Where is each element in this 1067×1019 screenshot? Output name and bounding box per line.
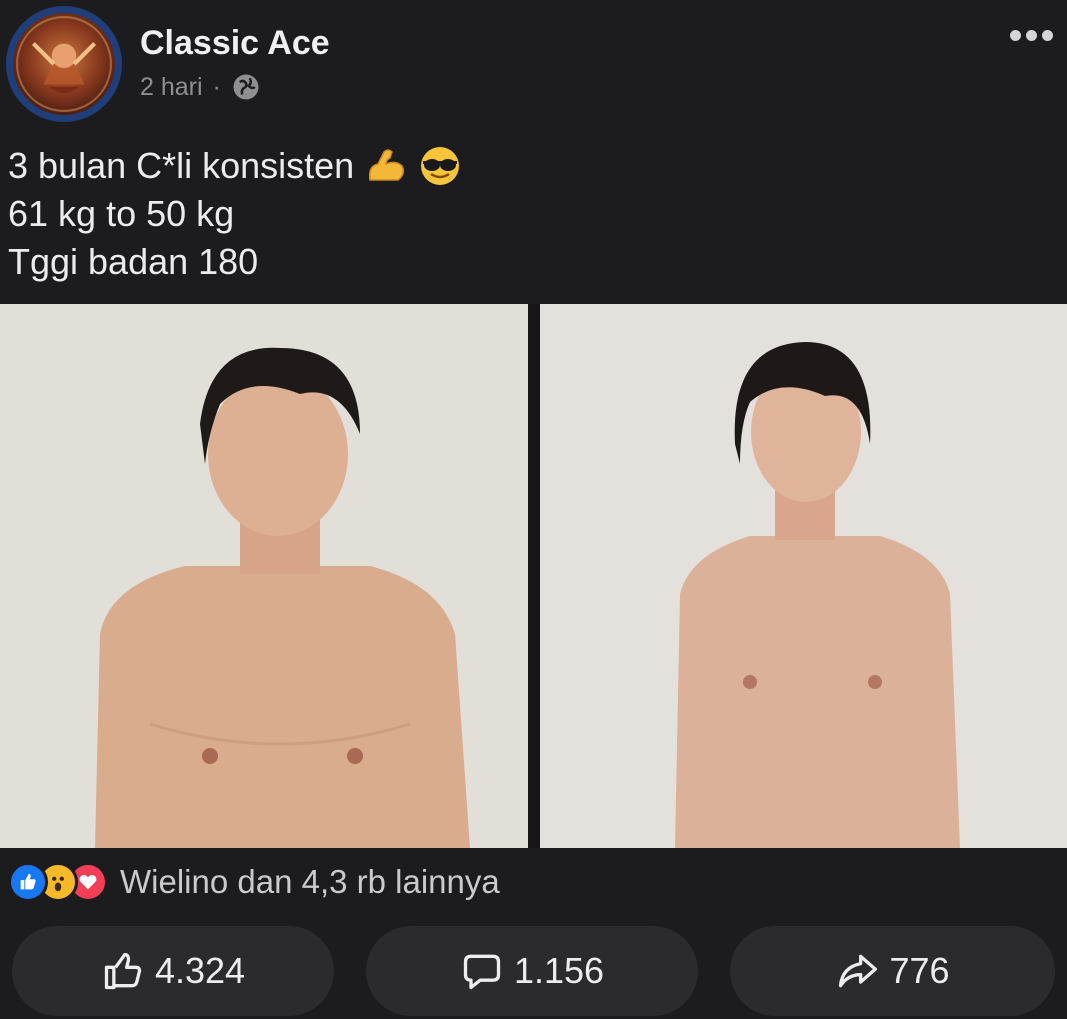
like-button[interactable]: 4.324 bbox=[12, 926, 334, 1016]
dot-icon bbox=[1010, 30, 1021, 41]
comment-count: 1.156 bbox=[513, 950, 605, 991]
meta-separator: · bbox=[212, 72, 221, 101]
author-name[interactable]: Classic Ace bbox=[140, 24, 330, 63]
globe-icon bbox=[233, 74, 259, 100]
person-before-image bbox=[0, 304, 528, 848]
dot-icon bbox=[1026, 30, 1037, 41]
caption-line-3: Tggi badan 180 bbox=[8, 241, 259, 282]
sunglasses-face-icon bbox=[421, 147, 460, 185]
photo-before[interactable] bbox=[0, 304, 528, 848]
thumbs-up-icon bbox=[104, 952, 142, 990]
action-bar: 4.324 1.156 776 bbox=[0, 922, 1067, 1019]
caption-line-2: 61 kg to 50 kg bbox=[8, 193, 235, 234]
caption-line-1: 3 bulan C*li konsisten bbox=[8, 145, 355, 186]
post-header: Classic Ace 2 hari · bbox=[0, 0, 1067, 140]
comment-button[interactable]: 1.156 bbox=[366, 926, 698, 1016]
post-meta: 2 hari · bbox=[140, 72, 261, 102]
dot-icon bbox=[1042, 30, 1053, 41]
reaction-summary[interactable]: Wielino dan 4,3 rb lainnya bbox=[8, 862, 500, 902]
photo-after[interactable] bbox=[540, 304, 1067, 848]
share-icon bbox=[839, 954, 878, 988]
person-after-image bbox=[540, 304, 1067, 848]
like-icon bbox=[8, 862, 48, 902]
share-count: 776 bbox=[889, 950, 950, 991]
photo-grid bbox=[0, 304, 1067, 848]
avatar[interactable] bbox=[6, 6, 122, 122]
avatar-image bbox=[16, 16, 112, 112]
flexed-biceps-icon bbox=[369, 149, 405, 181]
post-caption: 3 bulan C*li konsisten 61 kg to 50 kg Tg… bbox=[8, 142, 462, 286]
share-button[interactable]: 776 bbox=[730, 926, 1055, 1016]
more-options-button[interactable] bbox=[1010, 30, 1053, 41]
like-count: 4.324 bbox=[154, 950, 246, 991]
reaction-summary-text[interactable]: Wielino dan 4,3 rb lainnya bbox=[120, 863, 500, 901]
post-time[interactable]: 2 hari bbox=[140, 73, 203, 102]
comment-icon bbox=[463, 954, 501, 990]
